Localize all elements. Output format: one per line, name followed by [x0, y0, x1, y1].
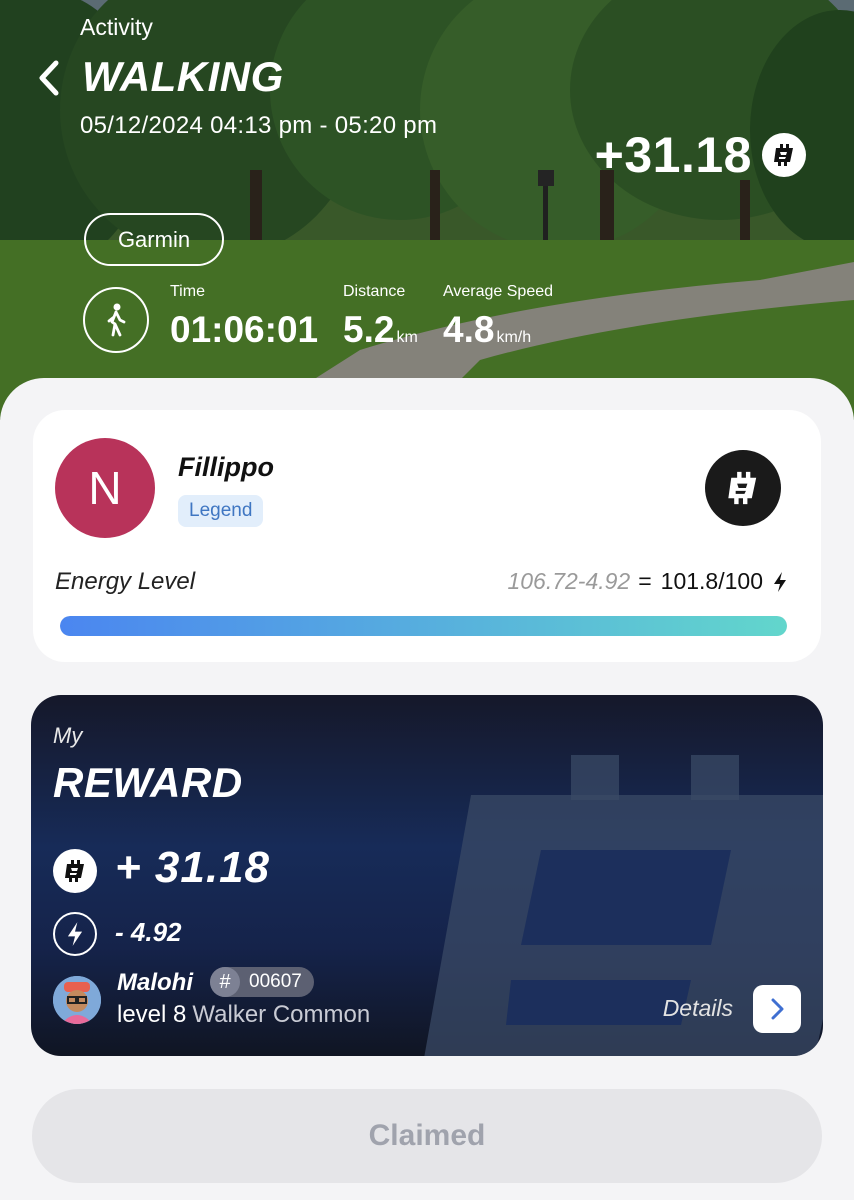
hero-banner: Activity WALKING 05/12/2024 04:13 pm - 0… [0, 0, 854, 420]
nft-name: Malohi [117, 969, 193, 996]
coin-icon [53, 849, 97, 893]
nft-level: level 8 Walker Common [117, 1001, 370, 1029]
stat-time: Time 01:06:01 [170, 283, 318, 351]
nft-id-badge: # 00607 [210, 967, 314, 997]
coin-icon [728, 471, 757, 505]
bolt-icon [53, 912, 97, 956]
earned-amount: +31.18 [594, 127, 752, 183]
claimed-button[interactable]: Claimed [32, 1089, 822, 1183]
stat-distance-value: 5.2 [343, 309, 395, 350]
bolt-icon [774, 571, 786, 592]
user-name: Fillippo [178, 452, 274, 482]
walking-activity-badge [83, 287, 149, 353]
energy-calculation: 106.72-4.92 = 101.8/100 [507, 568, 789, 595]
back-button[interactable] [32, 58, 66, 98]
stat-speed-unit: km/h [496, 329, 532, 346]
coin-icon [762, 133, 806, 177]
chevron-right-icon [771, 998, 784, 1020]
stat-distance-label: Distance [343, 283, 406, 300]
energy-formula: 106.72-4.92 [507, 568, 631, 594]
stat-distance: Distance 5.2 km [343, 283, 418, 351]
energy-value: 101.8/100 [660, 568, 763, 594]
stat-speed-value: 4.8 [443, 309, 495, 350]
energy-used: - 4.92 [115, 917, 182, 947]
nft-id: 00607 [249, 971, 302, 992]
energy-progress-bar [60, 616, 787, 636]
earned-reward: +31.18 [595, 126, 806, 184]
walker-icon [107, 303, 126, 337]
activity-title: WALKING [82, 53, 284, 100]
stat-time-label: Time [170, 283, 205, 300]
reward-amount: + 31.18 [115, 843, 271, 892]
reward-title: REWARD [53, 759, 243, 806]
energy-level-label: Energy Level [55, 568, 196, 595]
reward-card: My REWARD + 31.18 - 4.92 Malohi # 00607 [31, 695, 823, 1056]
energy-progress-fill [60, 616, 787, 636]
stat-distance-unit: km [396, 329, 418, 346]
back-chevron-icon [39, 60, 59, 96]
activity-datetime: 05/12/2024 04:13 pm - 05:20 pm [80, 112, 438, 139]
stat-time-value: 01:06:01 [170, 309, 319, 350]
device-badge: Garmin [84, 213, 224, 266]
hash-icon: # [210, 967, 240, 997]
details-button[interactable] [753, 985, 801, 1033]
profile-card: N Fillippo Legend Energy Level 106.72-4.… [33, 410, 821, 662]
nft-tier: Walker Common [192, 1001, 371, 1028]
avatar: N [55, 438, 155, 538]
token-logo [705, 450, 781, 526]
details-link[interactable]: Details [663, 995, 733, 1022]
stat-speed-label: Average Speed [443, 283, 554, 300]
energy-equals: = [638, 568, 652, 594]
stat-speed: Average Speed 4.8 km/h [443, 283, 553, 351]
section-label: Activity [80, 14, 153, 40]
nft-avatar [53, 976, 101, 1024]
nft-level-value: level 8 [117, 1001, 187, 1028]
reward-prefix: My [53, 723, 83, 748]
rank-badge: Legend [178, 495, 264, 527]
